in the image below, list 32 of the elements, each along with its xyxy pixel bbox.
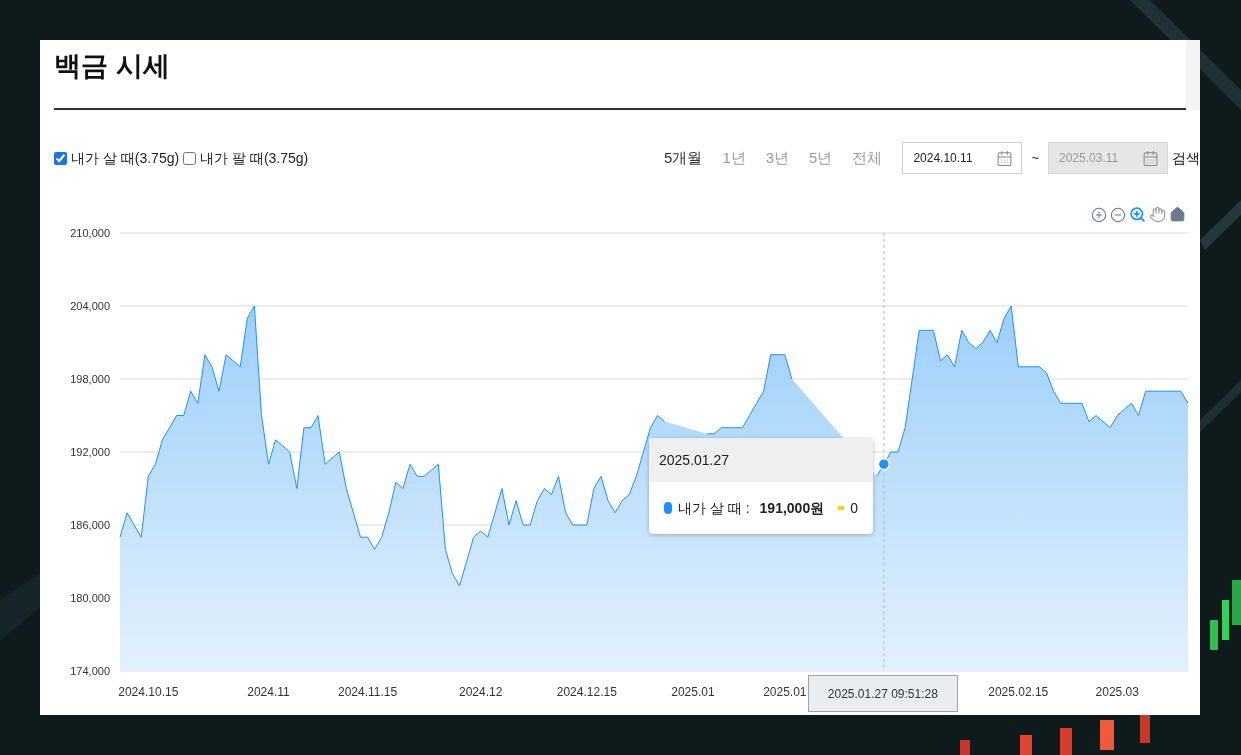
x-axis-label: 2025.02.15 — [988, 685, 1049, 699]
crosshair-label: 2025.01.27 09:51:28 — [807, 675, 958, 712]
y-axis-label: 174,000 — [70, 665, 110, 677]
period-tab[interactable]: 5개월 — [664, 146, 703, 170]
x-axis-label: 2025.01 — [671, 685, 715, 699]
tooltip-value: 0 — [850, 498, 858, 518]
period-tab[interactable]: 3년 — [765, 146, 790, 170]
period-tab[interactable]: 5년 — [809, 146, 833, 170]
period-tab[interactable]: 전체 — [852, 146, 883, 170]
page-title: 백금 시세 — [54, 49, 170, 83]
x-axis-label: 2024.11 — [247, 685, 290, 699]
x-axis-label: 2024.11.15 — [337, 685, 398, 699]
y-axis-label: 210,000 — [70, 227, 110, 239]
y-axis-label: 198,000 — [70, 373, 110, 385]
x-axis-label: 2024.12.15 — [556, 685, 617, 699]
x-axis-label: 2025.01 — [763, 685, 807, 699]
y-axis-label: 180,000 — [70, 592, 110, 604]
search-button[interactable]: 검색 — [1172, 147, 1200, 169]
tooltip-series-label: 내가 살 때 : — [678, 498, 750, 518]
date-separator: ~ — [1031, 149, 1039, 168]
checkbox-label: 내가 팔 때(3.75g) — [200, 148, 309, 168]
y-axis-label: 186,000 — [70, 519, 110, 531]
checkbox-label: 내가 살 때(3.75g) — [71, 148, 180, 168]
x-axis-label: 2024.12 — [459, 685, 503, 699]
x-axis-label: 2025.03 — [1095, 685, 1139, 699]
tooltip-value: 191,000원 — [759, 498, 825, 518]
y-axis-label: 192,000 — [70, 446, 110, 458]
tooltip-date: 2025.01.27 — [649, 438, 873, 482]
period-tab[interactable]: 1년 — [722, 146, 746, 170]
y-axis-label: 204,000 — [70, 300, 110, 312]
date-field[interactable]: 2024.10.11 — [902, 142, 1023, 174]
x-axis-label: 2024.10.15 — [118, 685, 179, 699]
